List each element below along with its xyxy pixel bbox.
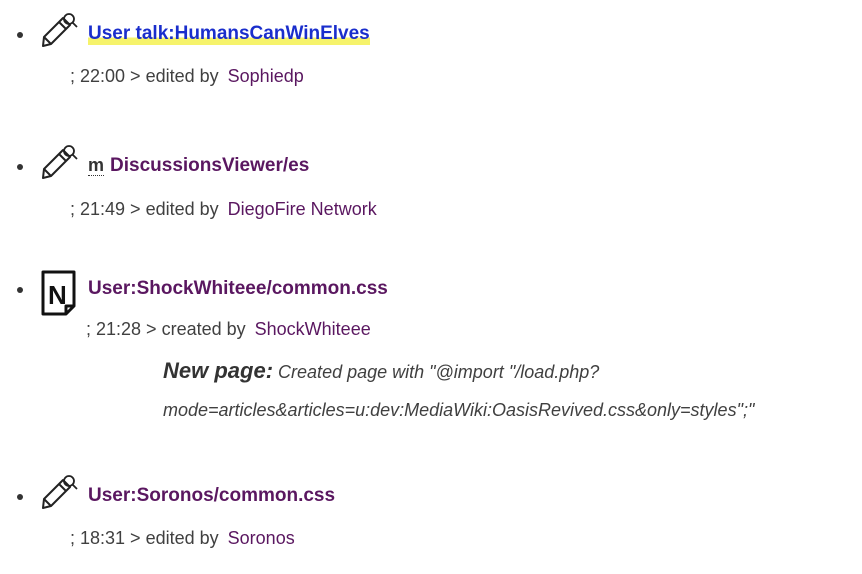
minor-edit-flag: m [88,155,105,176]
bullet [17,164,23,170]
edit-time: ; 18:31 > [70,528,141,548]
new-page-icon[interactable]: N [41,270,77,316]
edit-action: edited by [145,528,219,548]
summary-text: Created page with "@import "/load.php? [278,362,600,382]
page-title-row: m DiscussionsViewer/es [88,155,309,177]
bullet [17,494,23,500]
user-link[interactable]: Soronos [228,528,295,548]
page-title-link[interactable]: User:ShockWhiteee/common.css [88,278,388,300]
svg-text:N: N [48,280,67,310]
user-link[interactable]: DiegoFire Network [228,199,377,219]
edit-icon[interactable] [38,474,80,512]
edit-time: ; 22:00 > [70,66,141,86]
edit-meta: ; 22:00 > edited by Sophiedp [70,66,304,87]
user-link[interactable]: Sophiedp [228,66,304,86]
edit-time: ; 21:49 > [70,199,141,219]
edit-action: created by [161,319,246,339]
bullet [17,32,23,38]
page-title-link[interactable]: User talk:HumansCanWinElves [88,23,370,45]
edit-time: ; 21:28 > [86,319,157,339]
edit-icon[interactable] [38,144,80,182]
user-link[interactable]: ShockWhiteee [255,319,371,339]
summary-text-continued: mode=articles&articles=u:dev:MediaWiki:O… [163,400,755,420]
page-title-link[interactable]: DiscussionsViewer/es [110,155,309,176]
edit-meta: ; 21:49 > edited by DiegoFire Network [70,199,377,220]
summary-label: New page: [163,358,274,383]
edit-meta: ; 18:31 > edited by Soronos [70,528,295,549]
bullet [17,287,23,293]
edit-summary: New page: Created page with "@import "/l… [163,352,853,429]
edit-action: edited by [145,199,219,219]
edit-icon[interactable] [38,12,80,50]
edit-action: edited by [145,66,219,86]
page-title-link[interactable]: User:Soronos/common.css [88,485,335,507]
edit-meta: ; 21:28 > created by ShockWhiteee [86,319,371,340]
